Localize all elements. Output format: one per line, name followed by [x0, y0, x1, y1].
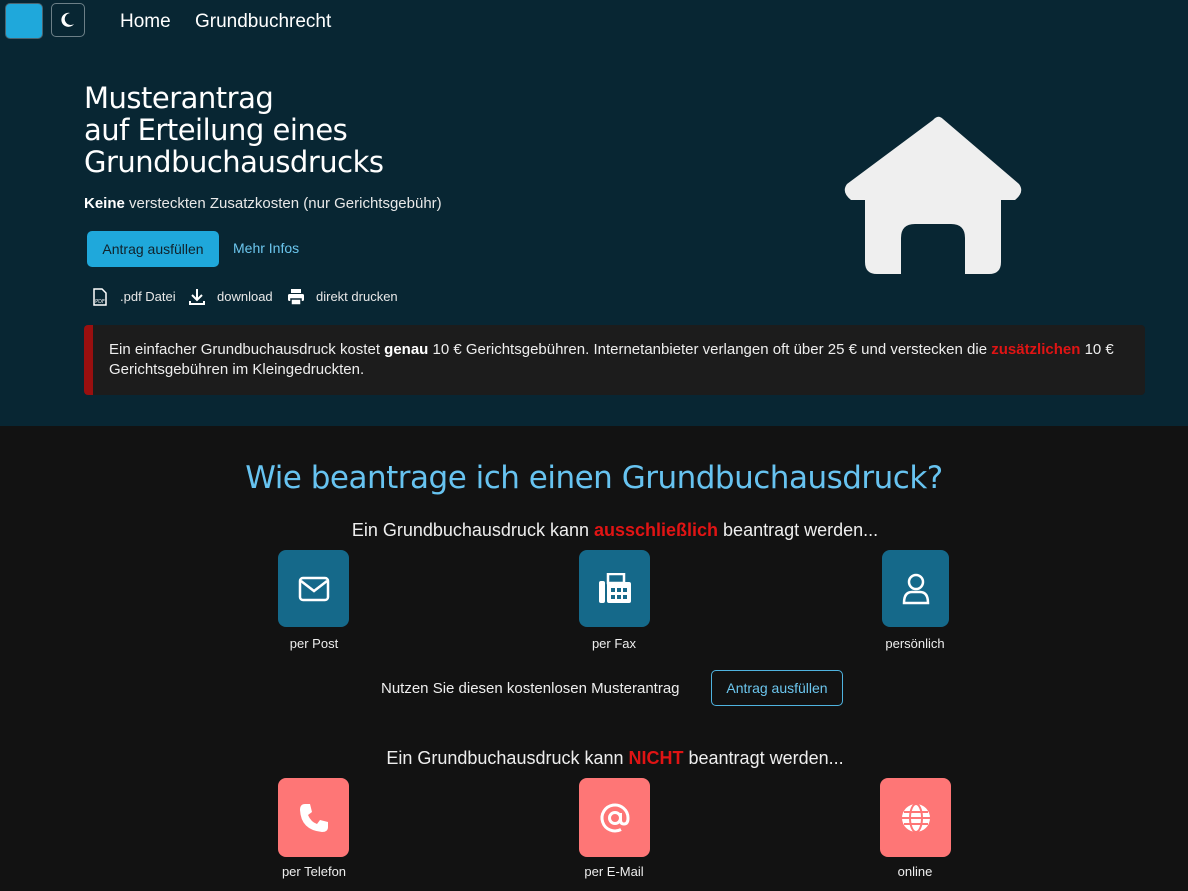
online-tile	[880, 778, 951, 857]
fill-form-button[interactable]: Antrag ausfüllen	[87, 231, 219, 267]
top-navbar: Home Grundbuchrecht	[0, 0, 1188, 44]
theme-toggle-button[interactable]	[51, 3, 85, 37]
nav-home-link[interactable]: Home	[120, 11, 171, 33]
title-line: auf Erteilung eines	[84, 113, 348, 147]
page-title: Musterantrag auf Erteilung eines Grundbu…	[84, 82, 384, 178]
hero-subtitle: Keine versteckten Zusatzkosten (nur Geri…	[84, 195, 442, 212]
download-link[interactable]: download	[217, 289, 273, 304]
fill-form-outline-button[interactable]: Antrag ausfüllen	[711, 670, 843, 706]
alert-emphasis: genau	[384, 341, 429, 358]
more-info-link[interactable]: Mehr Infos	[233, 240, 299, 256]
online-label: online	[897, 864, 933, 879]
nav-grundbuchrecht-link[interactable]: Grundbuchrecht	[195, 11, 331, 33]
cost-warning-alert: Ein einfacher Grundbuchausdruck kostet g…	[84, 325, 1145, 395]
print-link[interactable]: direkt drucken	[316, 289, 398, 304]
intro-text: beantragt werden...	[718, 520, 879, 540]
intro-emphasis: NICHT	[628, 748, 684, 768]
post-tile	[278, 550, 349, 627]
intro-text: beantragt werden...	[683, 748, 844, 768]
intro-text: Ein Grundbuchausdruck kann	[386, 748, 629, 768]
alert-text-part: 10 € Gerichtsgebühren. Internetanbieter …	[428, 341, 992, 358]
moon-icon	[61, 12, 74, 27]
post-label: per Post	[289, 636, 339, 651]
intro-emphasis: ausschließlich	[593, 520, 719, 540]
hero-section: Home Grundbuchrecht Musterantrag auf Ert…	[0, 0, 1188, 426]
section-heading: Wie beantrage ich einen Grundbuchausdruc…	[245, 460, 943, 496]
allowed-intro: Ein Grundbuchausdruck kann ausschließlic…	[0, 520, 1188, 541]
in-person-tile	[882, 550, 949, 627]
subtitle-emphasis: Keine	[84, 195, 125, 212]
cta-text: Nutzen Sie diesen kostenlosen Musterantr…	[381, 680, 680, 697]
phone-label: per Telefon	[281, 864, 347, 879]
phone-icon	[299, 803, 328, 832]
alert-text: Ein einfacher Grundbuchausdruck kostet g…	[109, 340, 1119, 380]
envelope-icon	[298, 576, 329, 601]
forbidden-intro: Ein Grundbuchausdruck kann NICHT beantra…	[0, 748, 1188, 769]
download-icon[interactable]	[188, 288, 206, 306]
intro-text: Ein Grundbuchausdruck kann	[351, 520, 594, 540]
fax-icon	[598, 572, 631, 603]
pdf-icon: PDF	[93, 288, 107, 306]
fax-label: per Fax	[591, 636, 637, 651]
subtitle-text: versteckten Zusatzkosten (nur Gerichtsge…	[124, 195, 442, 212]
alert-text-part: Ein einfacher Grundbuchausdruck kostet	[109, 341, 385, 358]
in-person-label: persönlich	[885, 636, 945, 651]
color-toggle-button[interactable]	[5, 3, 43, 39]
email-tile	[579, 778, 650, 857]
phone-tile	[278, 778, 349, 857]
title-line: Grundbuchausdrucks	[84, 145, 384, 179]
svg-text:PDF: PDF	[95, 299, 105, 305]
pdf-label: .pdf Datei	[120, 289, 176, 304]
at-icon	[600, 802, 630, 832]
globe-icon	[901, 802, 930, 833]
printer-icon[interactable]	[287, 288, 305, 306]
alert-warning-word: zusätzlichen	[991, 341, 1081, 358]
email-label: per E-Mail	[584, 864, 644, 879]
person-icon	[902, 573, 929, 604]
house-icon	[844, 116, 1022, 275]
fax-tile	[579, 550, 650, 627]
title-line: Musterantrag	[84, 81, 274, 115]
